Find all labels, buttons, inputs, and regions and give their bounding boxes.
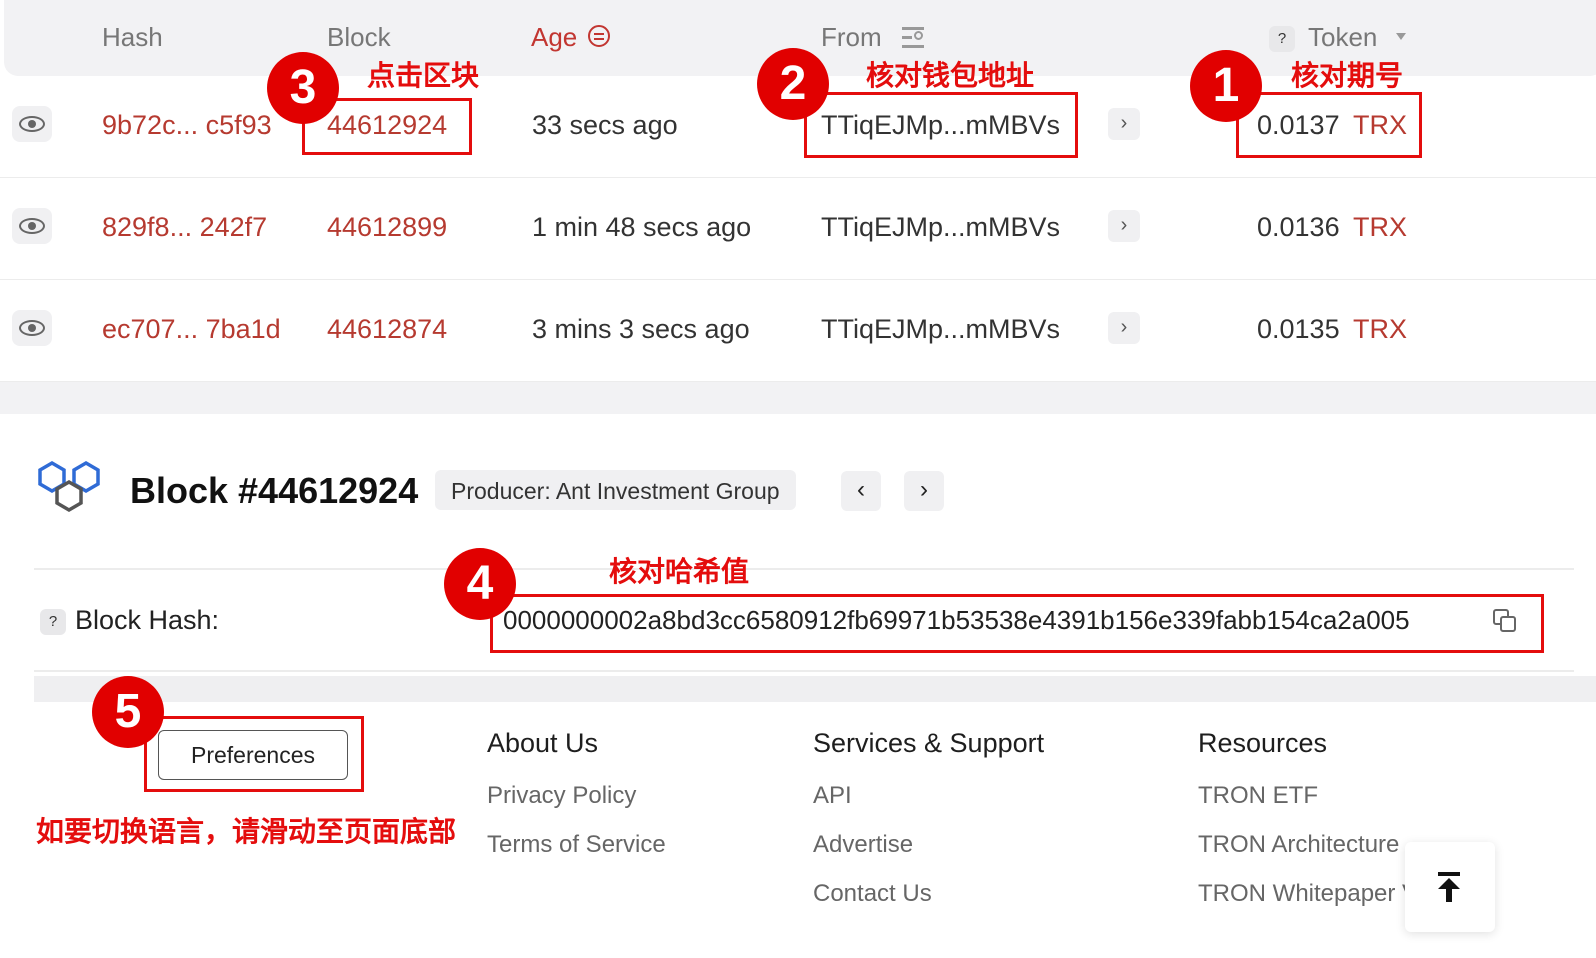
amount-text: 0.0135 xyxy=(1257,314,1340,344)
terms-of-service-link[interactable]: Terms of Service xyxy=(487,831,666,859)
annotation-text-1: 核对期号 xyxy=(1291,60,1404,91)
chevron-right-icon[interactable]: › xyxy=(1108,108,1140,140)
annotation-step-3: 3 xyxy=(267,52,339,124)
tron-whitepaper-link[interactable]: TRON Whitepaper V xyxy=(1198,880,1418,908)
age-text: 3 mins 3 secs ago xyxy=(532,314,750,344)
block-title: Block #44612924 xyxy=(130,470,419,511)
annotation-box-hash xyxy=(490,594,1544,653)
advertise-link[interactable]: Advertise xyxy=(813,831,913,859)
back-to-top-button[interactable] xyxy=(1405,842,1495,932)
annotation-step-5: 5 xyxy=(92,676,164,748)
annotation-box-amount xyxy=(1236,92,1422,158)
annotation-text-2: 核对钱包地址 xyxy=(866,60,1035,91)
toggle-time-format-icon[interactable] xyxy=(588,25,610,47)
block-hash-label: Block Hash: xyxy=(75,605,220,635)
age-text: 33 secs ago xyxy=(532,110,678,140)
footer-heading-resources: Resources xyxy=(1198,728,1328,758)
chevron-right-icon[interactable]: › xyxy=(1108,312,1140,344)
footer-heading-services-support: Services & Support xyxy=(813,728,1045,758)
annotation-step-4: 4 xyxy=(444,548,516,620)
annotation-step-2: 2 xyxy=(757,48,829,120)
age-text: 1 min 48 secs ago xyxy=(532,212,752,242)
divider xyxy=(34,568,1574,570)
caret-down-icon[interactable] xyxy=(1396,33,1406,40)
api-link[interactable]: API xyxy=(813,782,852,810)
annotation-box-address xyxy=(804,92,1078,158)
token-link[interactable]: TRX xyxy=(1353,314,1407,345)
table-row: ec707... 7ba1d 44612874 3 mins 3 secs ag… xyxy=(0,280,1596,382)
amount-text: 0.0136 xyxy=(1257,212,1340,242)
column-header-from: From xyxy=(821,22,882,52)
footer-heading-about-us: About Us xyxy=(487,728,599,758)
tx-hash-link[interactable]: 9b72c... c5f93 xyxy=(102,110,272,141)
tron-architecture-link[interactable]: TRON Architecture xyxy=(1198,831,1399,859)
eye-icon[interactable] xyxy=(12,106,52,142)
footer-separator xyxy=(34,676,1596,702)
eye-icon[interactable] xyxy=(12,310,52,346)
column-header-block: Block xyxy=(327,22,391,52)
chevron-right-icon[interactable]: › xyxy=(1108,210,1140,242)
block-cube-icon xyxy=(38,460,100,513)
column-header-token[interactable]: Token xyxy=(1308,22,1377,53)
previous-block-button[interactable]: ‹ xyxy=(841,471,881,511)
annotation-box-preferences xyxy=(144,716,364,792)
from-address-link[interactable]: TTiqEJMp...mMBVs xyxy=(821,212,1060,243)
address-filter-icon[interactable] xyxy=(902,25,928,49)
privacy-policy-link[interactable]: Privacy Policy xyxy=(487,782,636,810)
annotation-text-3: 点击区块 xyxy=(367,60,480,91)
contact-us-link[interactable]: Contact Us xyxy=(813,880,932,908)
token-help-icon[interactable]: ? xyxy=(1269,26,1295,52)
tron-etf-link[interactable]: TRON ETF xyxy=(1198,782,1318,810)
column-header-hash: Hash xyxy=(102,22,163,52)
block-link[interactable]: 44612874 xyxy=(327,314,447,345)
section-separator xyxy=(0,382,1596,414)
block-link[interactable]: 44612899 xyxy=(327,212,447,243)
hash-help-icon[interactable]: ? xyxy=(40,609,66,635)
column-header-age[interactable]: Age xyxy=(531,22,577,53)
table-row: 829f8... 242f7 44612899 1 min 48 secs ag… xyxy=(0,178,1596,280)
next-block-button[interactable]: › xyxy=(904,471,944,511)
annotation-text-5: 如要切换语言，请滑动至页面底部 xyxy=(36,816,457,847)
tx-hash-link[interactable]: 829f8... 242f7 xyxy=(102,212,267,243)
token-link[interactable]: TRX xyxy=(1353,212,1407,243)
from-address-link[interactable]: TTiqEJMp...mMBVs xyxy=(821,314,1060,345)
producer-badge: Producer: Ant Investment Group xyxy=(435,470,796,510)
arrow-up-icon xyxy=(1438,872,1460,876)
annotation-text-4: 核对哈希值 xyxy=(609,556,750,587)
eye-icon[interactable] xyxy=(12,208,52,244)
tx-hash-link[interactable]: ec707... 7ba1d xyxy=(102,314,281,345)
divider xyxy=(34,670,1574,672)
annotation-step-1: 1 xyxy=(1190,50,1262,122)
